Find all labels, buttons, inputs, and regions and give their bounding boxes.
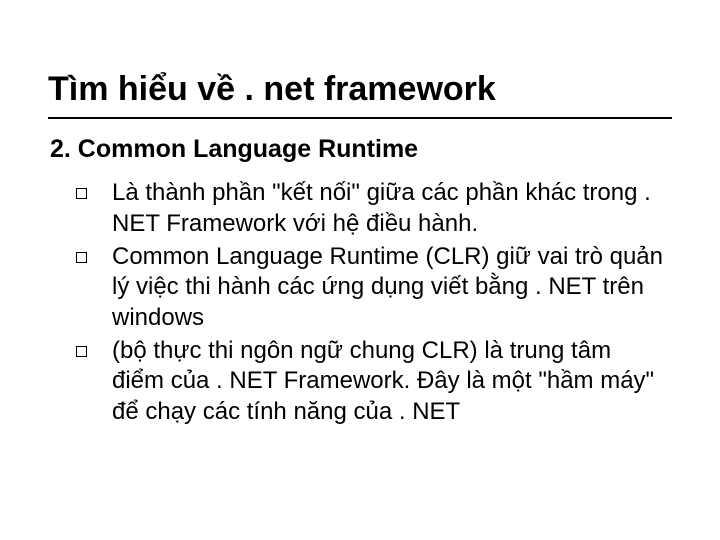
- title-rule: [48, 117, 672, 119]
- slide: Tìm hiểu về . net framework 2. Common La…: [0, 0, 720, 540]
- bullet-list: Là thành phần "kết nối" giữa các phần kh…: [48, 178, 672, 428]
- list-item: Common Language Runtime (CLR) giữ vai tr…: [76, 242, 664, 334]
- list-item: (bộ thực thi ngôn ngữ chung CLR) là trun…: [76, 336, 664, 428]
- slide-subtitle: 2. Common Language Runtime: [50, 135, 672, 164]
- list-item: Là thành phần "kết nối" giữa các phần kh…: [76, 178, 664, 239]
- slide-title: Tìm hiểu về . net framework: [48, 70, 672, 109]
